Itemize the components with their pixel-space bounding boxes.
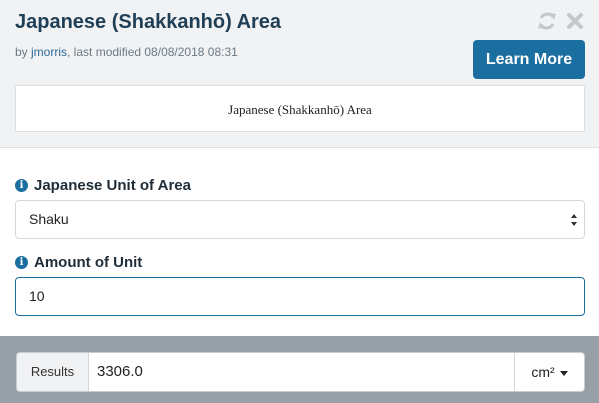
amount-label-text: Amount of Unit [34, 254, 143, 271]
close-icon[interactable] [565, 10, 585, 32]
results-value[interactable]: 3306.0 [89, 353, 514, 391]
info-icon[interactable]: i [15, 256, 28, 269]
results-bar: Results 3306.0 cm² [0, 336, 599, 403]
unit-label-text: Japanese Unit of Area [34, 177, 191, 194]
author-link[interactable]: jmorris [31, 45, 67, 59]
results-group: Results 3306.0 cm² [16, 352, 585, 392]
byline: by jmorris, last modified 08/08/2018 08:… [15, 45, 238, 59]
result-unit-dropdown[interactable]: cm² [514, 353, 584, 391]
unit-select-value: Shaku [29, 211, 69, 227]
unit-field-label: i Japanese Unit of Area [15, 177, 191, 194]
header-icons [537, 10, 585, 32]
caret-down-icon [559, 370, 568, 376]
calculator-header: Japanese (Shakkanhō) Area by jmorris, la… [0, 0, 599, 148]
byline-prefix: by [15, 45, 32, 59]
page-title: Japanese (Shakkanhō) Area [15, 11, 282, 33]
learn-more-button[interactable]: Learn More [473, 40, 585, 79]
info-icon[interactable]: i [15, 179, 28, 192]
refresh-icon[interactable] [537, 10, 557, 32]
formula-preview: Japanese (Shakkanhō) Area [15, 85, 585, 132]
result-unit-label: cm² [531, 364, 555, 380]
modified-date: , last modified 08/08/2018 08:31 [67, 45, 238, 59]
results-label: Results [17, 353, 89, 391]
amount-field-label: i Amount of Unit [15, 254, 142, 271]
amount-input[interactable]: 10 [15, 277, 585, 316]
select-arrows-icon [570, 201, 578, 238]
unit-select[interactable]: Shaku [15, 200, 585, 239]
